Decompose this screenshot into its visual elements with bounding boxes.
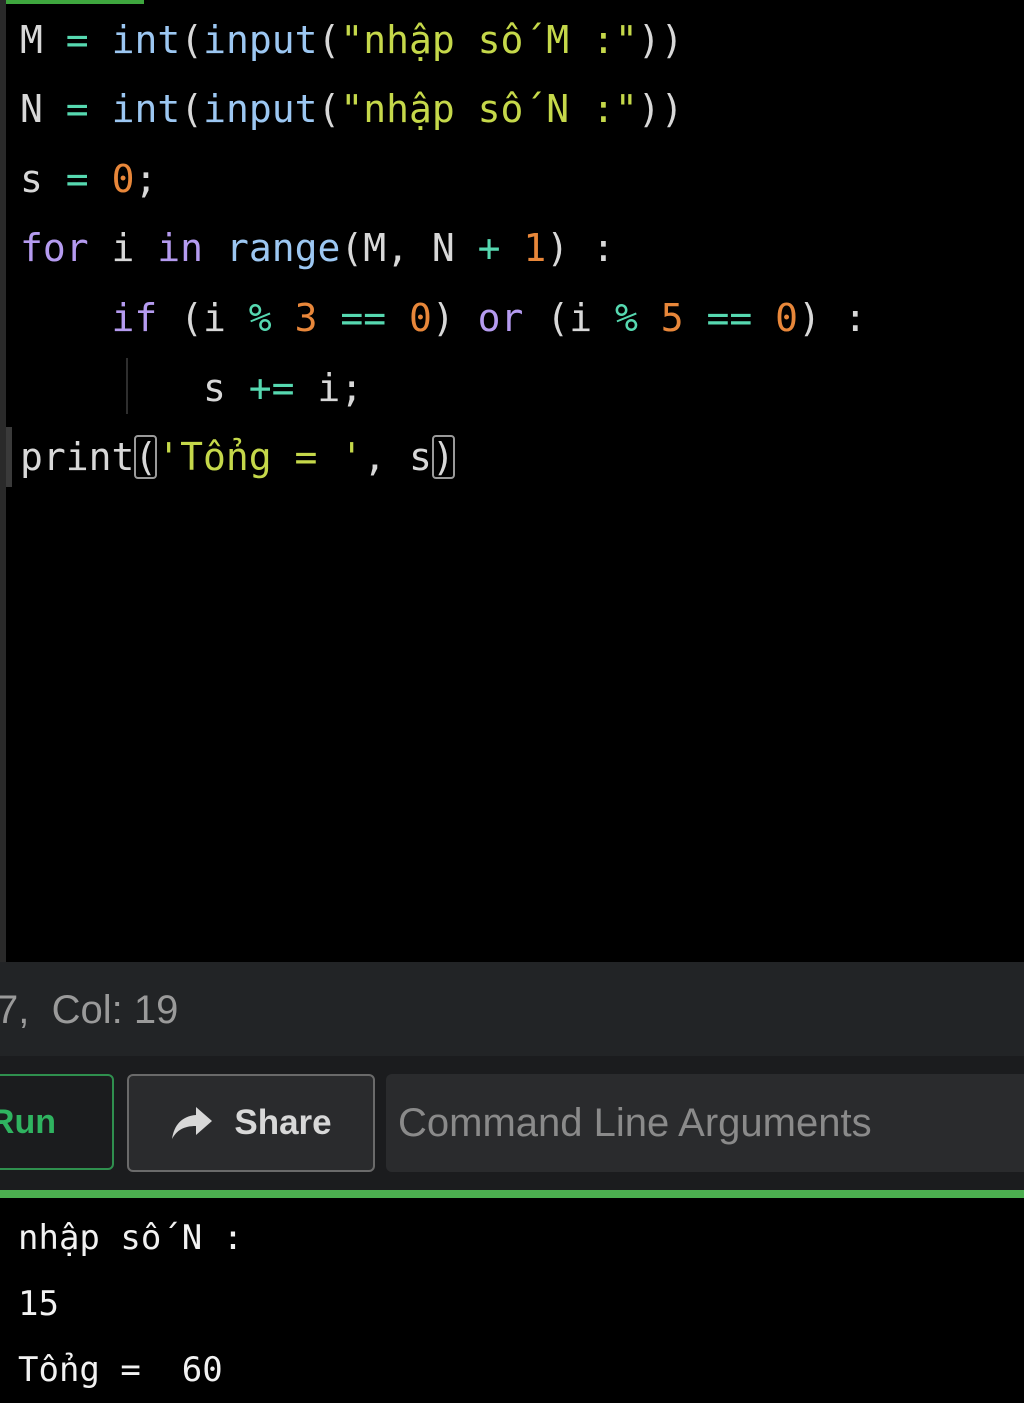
code-token: (i [157, 296, 249, 340]
code-token: or [477, 296, 524, 340]
code-token: N [20, 87, 43, 131]
code-token: range [225, 226, 341, 270]
code-token: for [20, 226, 89, 270]
code-token: in [157, 226, 204, 270]
share-button[interactable]: Share [127, 1074, 375, 1172]
code-token: 'Tổng = ' [157, 435, 364, 479]
code-token: ) : [798, 296, 867, 340]
code-token: int [111, 18, 181, 62]
toolbar: Run Share [0, 1056, 1024, 1190]
share-arrow-icon [172, 1107, 213, 1139]
code-token: ( [317, 18, 341, 62]
code-token: ) [431, 296, 478, 340]
output-console: nhập số N : 15 Tổng = 60 [0, 1198, 1024, 1403]
code-line: s = 0; [20, 149, 157, 209]
code-line: M = int(input("nhập số M :")) [20, 10, 684, 70]
cursor-position: 7, Col: 19 [0, 988, 179, 1032]
code-token: % [614, 296, 638, 340]
code-token: ( [317, 87, 341, 131]
code-token: += [248, 366, 295, 410]
code-token: 0 [409, 296, 432, 340]
code-token: 0 [775, 296, 799, 340]
code-token: "nhập số N :" [340, 87, 638, 131]
code-token: int [111, 87, 181, 131]
command-line-arguments-input[interactable] [386, 1074, 1024, 1172]
code-token: M [20, 18, 43, 62]
active-tab-indicator [6, 0, 144, 4]
code-line: s += i; [20, 358, 363, 418]
code-token: % [248, 296, 272, 340]
code-line: print('Tổng = ', s) [20, 427, 455, 487]
code-token: print [20, 435, 135, 479]
matched-bracket: ) [431, 435, 455, 479]
run-button-label: Run [0, 1103, 56, 1141]
code-token: s [20, 366, 249, 410]
status-bar: 7, Col: 19 [0, 962, 1024, 1056]
code-token: input [203, 87, 318, 131]
code-token: ( [180, 87, 204, 131]
code-line: if (i % 3 == 0) or (i % 5 == 0) : [20, 288, 867, 348]
run-button[interactable]: Run [0, 1074, 114, 1170]
code-token: 1 [523, 226, 547, 270]
current-line-marker [6, 427, 12, 487]
code-token: i; [294, 366, 364, 410]
code-token: 5 [660, 296, 684, 340]
code-token: == [706, 296, 753, 340]
code-token: i [88, 226, 158, 270]
code-token: 3 [294, 296, 318, 340]
share-button-label: Share [234, 1103, 332, 1142]
code-token: "nhập số M :" [340, 18, 638, 62]
code-token: (M, N [340, 226, 478, 270]
code-token: s [408, 435, 432, 479]
output-line-3: Tổng = 60 [18, 1350, 223, 1390]
code-token: ) : [546, 226, 615, 270]
code-token: == [340, 296, 387, 340]
code-token: = [65, 18, 89, 62]
code-token: = [65, 157, 89, 201]
code-token: , [363, 435, 409, 479]
code-token: s [20, 157, 43, 201]
output-line-1: nhập số N : [18, 1218, 244, 1258]
code-token: = [65, 87, 89, 131]
code-token: ; [134, 157, 158, 201]
code-token: + [477, 226, 501, 270]
code-line: for i in range(M, N + 1) : [20, 218, 615, 278]
online-ide: M = int(input("nhập số M :")) N = int(inp… [0, 0, 1024, 1403]
code-token: )) [637, 18, 684, 62]
code-line: N = int(input("nhập số N :")) [20, 79, 684, 139]
code-token: input [203, 18, 318, 62]
code-token: ( [180, 18, 204, 62]
code-token: 0 [111, 157, 135, 201]
output-line-2: 15 [18, 1284, 59, 1324]
code-editor[interactable]: M = int(input("nhập số M :")) N = int(inp… [0, 0, 1024, 962]
output-divider [0, 1190, 1024, 1198]
code-token: (i [523, 296, 615, 340]
matched-bracket: ( [134, 435, 158, 479]
code-token: if [111, 296, 158, 340]
code-token: )) [637, 87, 684, 131]
